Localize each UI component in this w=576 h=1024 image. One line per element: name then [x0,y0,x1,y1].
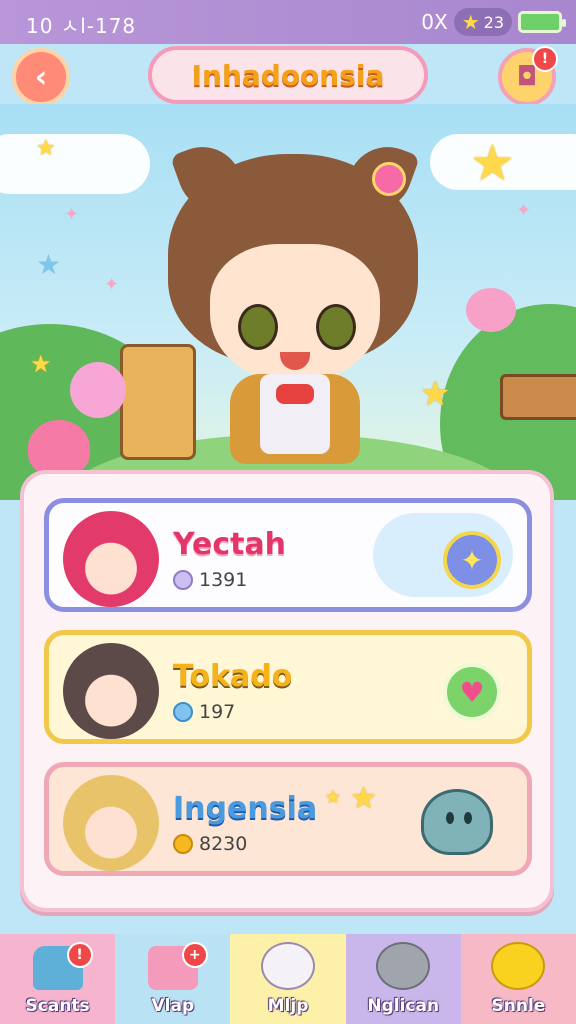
character-face [210,244,380,384]
status-time: 10 ㅅl-178 [26,14,137,38]
eye-right [316,304,356,350]
house-icon: ! [32,942,93,990]
bottom-tab-bar: ! Scants + Vlap Mljp Nglican Snnle [0,934,576,1024]
eye-left [238,304,278,350]
character-name: Ingensia [173,791,318,826]
star-icon: ★ [30,350,52,378]
tab-snnle[interactable]: Snnle [460,934,576,1024]
score-value: 1391 [199,569,248,591]
gray-cat-icon [376,942,431,990]
shop-badge: ! [532,46,558,72]
character-name: Tokado [173,659,293,694]
tab-label: Scants [25,996,90,1016]
avatar [63,775,159,871]
score-value: 8230 [199,833,248,855]
pink-slime [28,420,90,476]
avatar [63,643,159,739]
character-score: 197 [173,701,235,723]
avatar [63,511,159,607]
cloud-left [0,134,150,194]
plus-button[interactable]: ✦ [443,531,501,589]
wooden-sign-right [500,374,576,420]
character-scene: ★ ★ ★ ★ ★ ✦ ✦ ✦ [0,104,576,500]
slime-eye [446,812,454,824]
tab-mljp[interactable]: Mljp [230,934,346,1024]
page-title: Inhadoonsia [148,46,428,104]
character-score: 8230 [173,833,247,855]
back-arrow-icon: ‹ [34,59,48,95]
sparkle-icon: ✦ [64,204,80,225]
status-bar: 10 ㅅl-178 0X ★ 23 [0,0,576,44]
character-card-tokado[interactable]: Tokado 197 ♥ [44,630,532,744]
pink-balloon [70,362,126,418]
slime-eye [464,812,472,824]
gift-button[interactable]: ♥ [443,663,501,721]
status-right: 0X ★ 23 [421,8,566,36]
tab-badge: ! [66,942,93,968]
star-icon: ★ [461,10,480,34]
star-icon: ★ [36,248,62,281]
tab-nglican[interactable]: Nglican [345,934,461,1024]
star-icon: ★ [324,787,341,808]
character-score: 1391 [173,569,247,591]
map-icon: + [147,942,208,990]
heart-ticket-icon: ♥ [459,675,485,709]
sparkle-icon: ✦ [516,200,532,221]
coin-icon [173,702,193,722]
tab-scants[interactable]: ! Scants [0,934,116,1024]
chick-icon [491,942,546,990]
pink-cloud-creature [466,288,516,332]
currency-prefix: 0X [421,10,448,34]
flower-icon [372,162,406,196]
plus-icon: ✦ [460,543,484,577]
character-card-yectah[interactable]: Yectah 1391 ✦ [44,498,532,612]
red-bow [276,384,314,404]
sparkle-icon: ✦ [104,274,120,295]
page-title-text: Inhadoonsia [191,58,385,92]
slime-icon[interactable] [421,789,493,855]
character-list-panel: Yectah 1391 ✦ Tokado 197 ♥ Ingensia 8230… [20,470,554,912]
main-character[interactable] [150,134,440,474]
character-card-ingensia[interactable]: Ingensia 8230 ★ ★ [44,762,532,876]
tab-badge: + [181,942,208,968]
coin-icon [173,834,193,854]
currency-pill[interactable]: ★ 23 [453,8,512,36]
character-name: Yectah [173,527,287,562]
tab-vlap[interactable]: + Vlap [115,934,231,1024]
mouth [280,352,310,370]
score-value: 197 [199,701,236,723]
star-icon: ★ [36,136,56,161]
tab-label: Mljp [267,996,309,1016]
tab-label: Nglican [367,996,440,1016]
star-icon: ★ [350,781,377,816]
battery-icon [518,11,566,33]
back-button[interactable]: ‹ [12,48,70,106]
star-icon: ★ [470,134,515,192]
tab-label: Snnle [491,996,546,1016]
cat-icon [261,942,315,990]
tab-label: Vlap [151,996,195,1016]
coin-icon [173,570,193,590]
shop-button[interactable]: ◘ ! [498,46,558,106]
currency-value: 23 [483,12,504,32]
